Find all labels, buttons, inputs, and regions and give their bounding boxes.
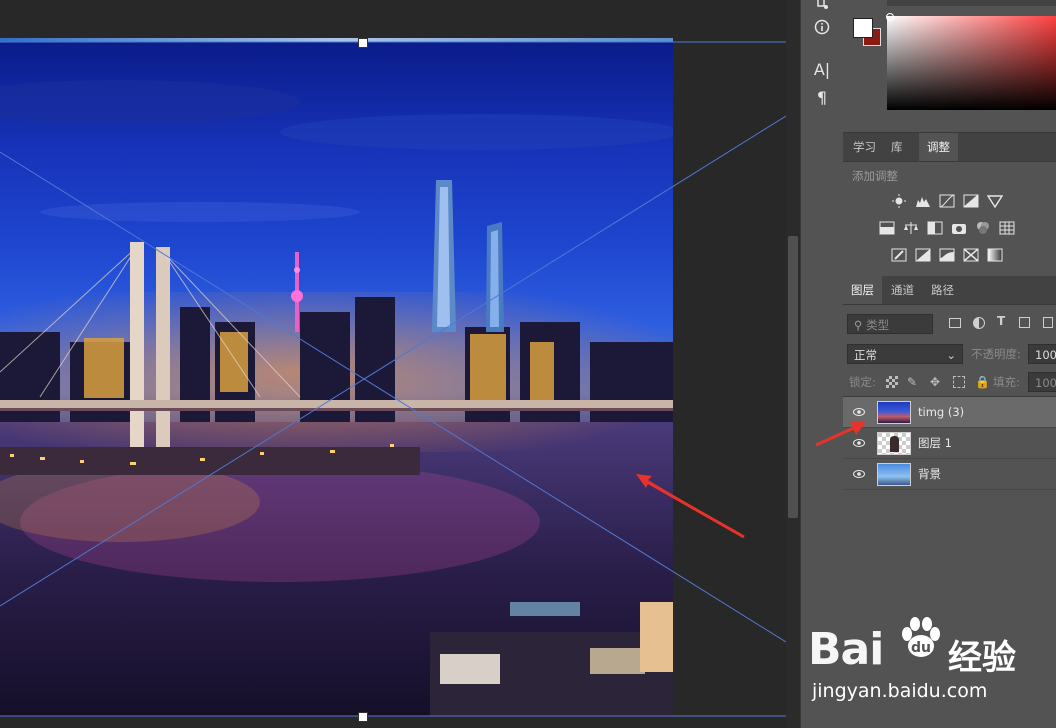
tab-channels[interactable]: 通道 <box>883 276 922 304</box>
adjustments-hint: 添加调整 <box>852 169 898 183</box>
fill-label: 填充: <box>993 375 1020 389</box>
layer-name: 背景 <box>918 467 941 481</box>
search-icon: ⚲ <box>854 318 863 332</box>
paint-bucket-icon[interactable] <box>809 0 835 18</box>
blend-mode-select[interactable]: 正常 ⌄ <box>847 344 963 364</box>
transform-handle-bottom[interactable] <box>358 712 368 722</box>
adjustments-tab-bar: 学习 库 调整 <box>843 133 1056 162</box>
character-icon[interactable]: A| <box>809 58 835 82</box>
photo-filter-icon[interactable] <box>951 221 967 235</box>
canvas-scroll-thumb[interactable] <box>788 236 798 518</box>
lock-position-icon[interactable]: ✥ <box>930 376 942 388</box>
layers-tab-bar: 图层 通道 路径 <box>843 276 1056 305</box>
watermark-brand: Bai <box>808 624 884 675</box>
color-lookup-icon[interactable] <box>999 221 1015 235</box>
eye-icon[interactable] <box>853 468 865 480</box>
lock-all-icon[interactable]: 🔒 <box>975 376 990 388</box>
chevron-down-icon: ⌄ <box>946 348 956 362</box>
tab-layers[interactable]: 图层 <box>843 276 882 304</box>
layer-thumbnail <box>877 463 911 486</box>
curves-icon[interactable] <box>939 194 955 208</box>
layer-filter-dropdown[interactable]: ⚲ 类型 <box>847 314 933 334</box>
adjustment-row-1 <box>843 190 1056 212</box>
layer-thumbnail <box>877 432 911 455</box>
gradient-map-icon[interactable] <box>987 248 1003 262</box>
adjustment-filter-icon[interactable] <box>973 317 985 329</box>
layer-name: timg (3) <box>918 405 965 419</box>
adjustment-row-2 <box>843 217 1056 239</box>
blend-mode-value: 正常 <box>854 348 877 362</box>
color-picker-cursor <box>886 13 894 21</box>
red-annotation-arrow <box>815 421 866 447</box>
watermark-brand-tail: 经验 <box>948 638 1016 678</box>
invert-icon[interactable] <box>891 248 907 262</box>
channel-mixer-icon[interactable] <box>975 221 991 235</box>
shape-filter-icon[interactable] <box>1019 317 1030 328</box>
color-panel-tabs <box>887 0 1056 6</box>
vibrance-icon[interactable] <box>987 194 1003 208</box>
selective-color-icon[interactable] <box>963 248 979 262</box>
paw-icon: du <box>898 616 944 662</box>
tab-learn[interactable]: 学习 <box>845 133 884 161</box>
opacity-label: 不透明度: <box>971 347 1021 361</box>
info-icon[interactable] <box>809 18 835 42</box>
watermark-url: jingyan.baidu.com <box>812 680 988 702</box>
layer-filter-icons: T <box>947 314 1056 332</box>
color-picker-field[interactable] <box>887 16 1056 110</box>
exposure-icon[interactable] <box>963 194 979 208</box>
baidu-jingyan-watermark: Bai du 经验 jingyan.baidu.com <box>806 614 1056 724</box>
tab-libraries[interactable]: 库 <box>883 133 911 161</box>
svg-text:du: du <box>911 640 931 656</box>
transform-guides <box>0 41 786 717</box>
threshold-icon[interactable] <box>939 248 955 262</box>
transform-handle-top[interactable] <box>358 38 368 48</box>
layer-thumbnail <box>877 401 911 424</box>
adjustment-row-3 <box>843 244 1056 266</box>
opacity-input[interactable]: 100% <box>1028 344 1056 364</box>
smart-object-filter-icon[interactable] <box>1043 317 1053 328</box>
posterize-icon[interactable] <box>915 248 931 262</box>
lock-image-pixels-icon[interactable]: ✎ <box>907 376 919 388</box>
lock-artboard-icon[interactable] <box>953 376 965 388</box>
levels-icon[interactable] <box>915 194 931 208</box>
foreground-color-swatch[interactable] <box>853 18 873 38</box>
document-canvas[interactable] <box>0 0 786 728</box>
layer-name: 图层 1 <box>918 436 952 450</box>
type-filter-icon[interactable]: T <box>997 314 1005 328</box>
lock-label: 锁定: <box>849 375 876 389</box>
pixel-filter-icon[interactable] <box>949 318 961 328</box>
paragraph-icon[interactable]: ¶ <box>809 86 835 110</box>
layer-row-layer1[interactable]: 图层 1 <box>843 428 1056 459</box>
filter-type-label: 类型 <box>866 318 890 332</box>
hue-saturation-icon[interactable] <box>879 221 895 235</box>
brightness-contrast-icon[interactable] <box>891 194 907 208</box>
color-balance-icon[interactable] <box>903 221 919 235</box>
fill-input[interactable]: 100% <box>1028 372 1056 392</box>
tab-adjustments[interactable]: 调整 <box>919 133 958 161</box>
layer-row-timg3[interactable]: timg (3) <box>843 397 1056 428</box>
lock-transparent-pixels-icon[interactable] <box>886 376 898 388</box>
layer-row-background[interactable]: 背景 <box>843 459 1056 490</box>
black-white-icon[interactable] <box>927 221 943 235</box>
color-panel <box>843 0 1056 133</box>
tab-paths[interactable]: 路径 <box>923 276 962 304</box>
